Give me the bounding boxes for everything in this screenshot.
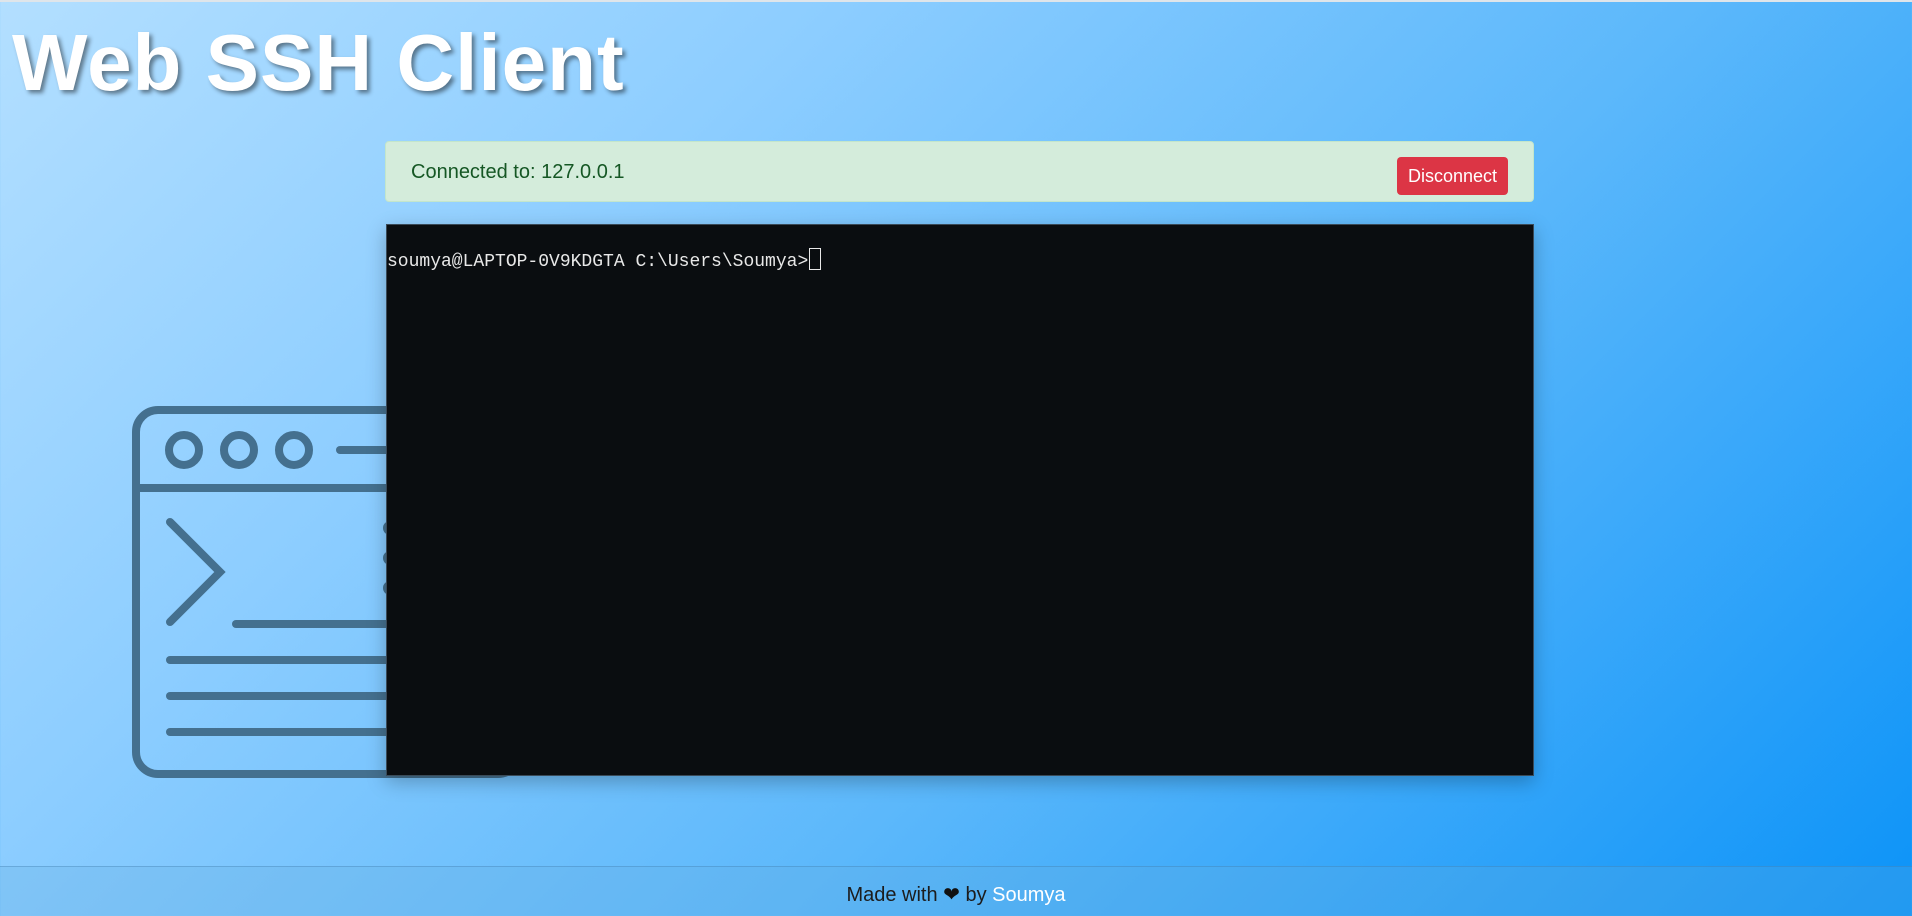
page-title: Web SSH Client [12, 18, 625, 107]
terminal-prompt: soumya@LAPTOP-0V9KDGTA C:\Users\Soumya> [387, 252, 809, 272]
footer-made-with: Made with [846, 884, 938, 906]
connection-status-text: Connected to: 127.0.0.1 [411, 161, 625, 183]
connection-status-alert: Connected to: 127.0.0.1 Disconnect [385, 141, 1534, 202]
footer-by: by [965, 884, 987, 906]
top-border [0, 0, 1912, 2]
terminal-prompt-line: soumya@LAPTOP-0V9KDGTA C:\Users\Soumya> [387, 248, 822, 274]
footer-author-link[interactable]: Soumya [992, 884, 1065, 906]
terminal-window[interactable]: soumya@LAPTOP-0V9KDGTA C:\Users\Soumya> [386, 224, 1534, 776]
disconnect-button[interactable]: Disconnect [1396, 157, 1508, 195]
terminal-cursor [809, 248, 822, 270]
heart-icon: ❤ [943, 884, 960, 906]
footer: Made with ❤ by Soumya [0, 866, 1912, 916]
